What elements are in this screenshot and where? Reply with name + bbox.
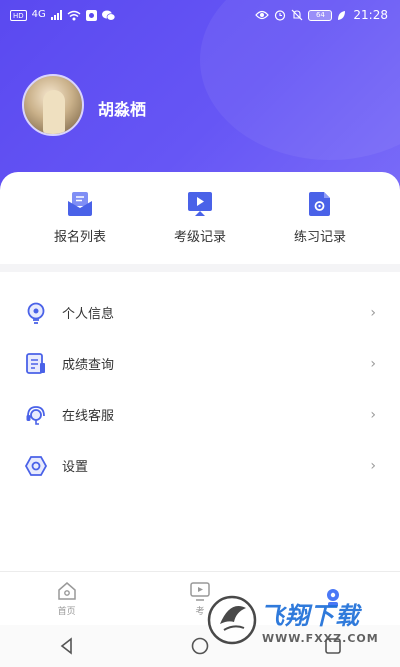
system-navigation-bar <box>0 625 400 667</box>
menu-label: 设置 <box>62 460 89 475</box>
leaf-icon <box>338 10 346 20</box>
section-divider <box>0 264 400 272</box>
status-bar: HD 4G 64 21:28 <box>0 0 400 30</box>
hexagon-settings-icon <box>24 455 48 476</box>
username: 胡淼栖 <box>98 100 147 119</box>
signal-icon <box>50 10 62 20</box>
tab-profile[interactable] <box>283 587 383 611</box>
wifi-icon <box>67 10 81 20</box>
headset-icon <box>26 405 45 425</box>
menu-item-score-query[interactable]: 成绩查询 › <box>0 338 400 389</box>
menu-label: 个人信息 <box>62 307 115 322</box>
exam-icon <box>190 582 210 601</box>
chevron-right-icon: › <box>370 355 376 372</box>
home-icon <box>57 582 76 600</box>
menu-label: 成绩查询 <box>62 358 115 373</box>
menu-item-settings[interactable]: 设置 › <box>0 440 400 491</box>
quick-action-practice-record[interactable]: 练习记录 <box>270 172 370 264</box>
quick-action-label: 报名列表 <box>53 230 106 245</box>
profile-icon <box>327 588 340 607</box>
play-screen-icon <box>188 192 212 216</box>
chevron-right-icon: › <box>370 304 376 321</box>
wechat-icon <box>101 10 115 21</box>
tab-exam[interactable]: 考 <box>150 580 250 617</box>
home-circle-icon[interactable] <box>190 636 210 656</box>
battery-icon: 64 <box>308 9 333 21</box>
menu-item-online-service[interactable]: 在线客服 › <box>0 389 400 440</box>
tab-label: 首页 <box>57 607 76 617</box>
bottom-tab-bar: 首页 考 <box>0 571 400 625</box>
quick-actions-card: 报名列表 考级记录 练习记录 <box>0 172 400 264</box>
chevron-right-icon: › <box>370 406 376 423</box>
tab-label: 考 <box>195 607 205 617</box>
quick-action-label: 练习记录 <box>293 230 346 245</box>
tab-home[interactable]: 首页 <box>17 580 117 617</box>
avatar[interactable] <box>22 74 84 136</box>
report-icon <box>26 352 45 374</box>
eye-icon <box>255 10 270 20</box>
alarm-icon <box>275 10 286 21</box>
quick-action-exam-record[interactable]: 考级记录 <box>150 172 250 264</box>
chevron-right-icon: › <box>370 457 376 474</box>
status-right: 64 21:28 <box>255 8 388 22</box>
settings-menu: 个人信息 › 成绩查询 › 在线客服 › 设置 › <box>0 287 400 491</box>
status-left: HD 4G <box>10 9 115 21</box>
hd-badge: HD <box>10 9 27 21</box>
avatar-figure <box>43 90 65 134</box>
app-notification-icon <box>85 9 97 21</box>
quick-action-registration-list[interactable]: 报名列表 <box>30 172 130 264</box>
recents-square-icon[interactable] <box>323 636 343 656</box>
envelope-icon <box>68 192 92 216</box>
lightbulb-icon <box>27 302 45 324</box>
clock: 21:28 <box>353 8 388 22</box>
back-triangle-icon[interactable] <box>57 636 77 656</box>
mute-bell-icon <box>291 9 303 21</box>
menu-item-personal-info[interactable]: 个人信息 › <box>0 287 400 338</box>
network-type: 4G <box>31 9 46 20</box>
document-icon <box>309 192 330 216</box>
quick-action-label: 考级记录 <box>173 230 226 245</box>
menu-label: 在线客服 <box>62 409 115 424</box>
